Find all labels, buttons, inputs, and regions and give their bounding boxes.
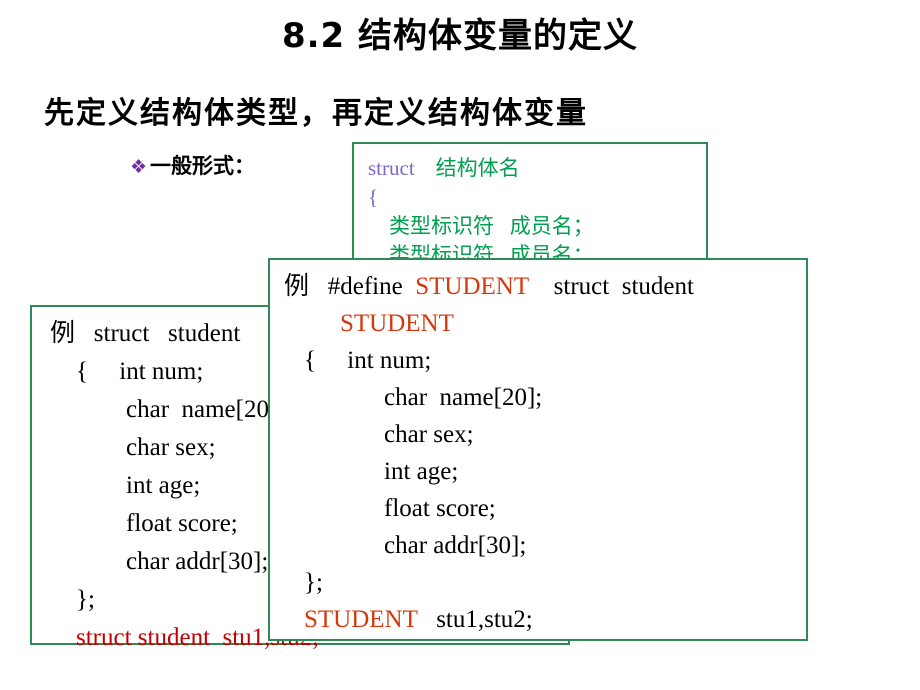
general-form-bullet: ❖ 一般形式：	[130, 150, 255, 180]
ex1-open-brace: {	[76, 358, 88, 385]
ex2-line-9: };	[304, 569, 323, 596]
form-line-3: 类型标识符 成员名；	[368, 212, 706, 241]
ex2-line-2: STUDENT	[340, 310, 454, 337]
ex2-line-4: char name[20];	[384, 384, 543, 411]
general-form-label: 一般形式	[150, 154, 235, 178]
slide-subtitle: 先定义结构体类型，再定义结构体变量	[44, 96, 588, 131]
ex2-line-1: 例 #define STUDENT struct student	[284, 268, 806, 305]
ex2-open-brace: {	[304, 347, 316, 374]
ex1-member-num: int num;	[119, 358, 204, 385]
struct-keyword: struct	[368, 156, 415, 180]
example-define-box: 例 #define STUDENT struct student STUDENT…	[268, 258, 808, 641]
ex2-line-6: int age;	[384, 458, 459, 485]
ex2-label: 例	[284, 273, 310, 300]
diamond-bullet-icon: ❖	[130, 156, 148, 178]
slide: 8.2 结构体变量的定义 先定义结构体类型，再定义结构体变量 ❖ 一般形式： st…	[0, 0, 920, 690]
ex2-member-num: int num;	[347, 347, 432, 374]
ex2-line-10: STUDENT stu1,stu2;	[284, 601, 806, 638]
ex2-line-3: { int num;	[284, 342, 806, 379]
define-keyword: #define	[327, 273, 403, 300]
ex2-line-8: char addr[30];	[384, 532, 527, 559]
form-line-2: {	[368, 183, 706, 212]
ex1-struct-decl: struct student	[93, 320, 241, 347]
ex2-line-7: float score;	[384, 495, 496, 522]
open-brace: {	[368, 185, 379, 209]
ex2-line-5: char sex;	[384, 421, 474, 448]
ex2-var-decl: stu1,stu2;	[436, 606, 533, 633]
define-macro-value: struct student	[553, 273, 694, 300]
form-member-1: 类型标识符 成员名；	[389, 214, 594, 238]
form-line-1: struct 结构体名	[368, 154, 706, 183]
page-title: 8.2 结构体变量的定义	[281, 16, 639, 56]
ex1-label: 例	[50, 320, 76, 347]
struct-name-placeholder: 结构体名	[435, 156, 520, 180]
ex2-typedef-name: STUDENT	[304, 606, 418, 633]
general-form-colon: ：	[234, 154, 256, 178]
define-macro-name: STUDENT	[415, 273, 529, 300]
